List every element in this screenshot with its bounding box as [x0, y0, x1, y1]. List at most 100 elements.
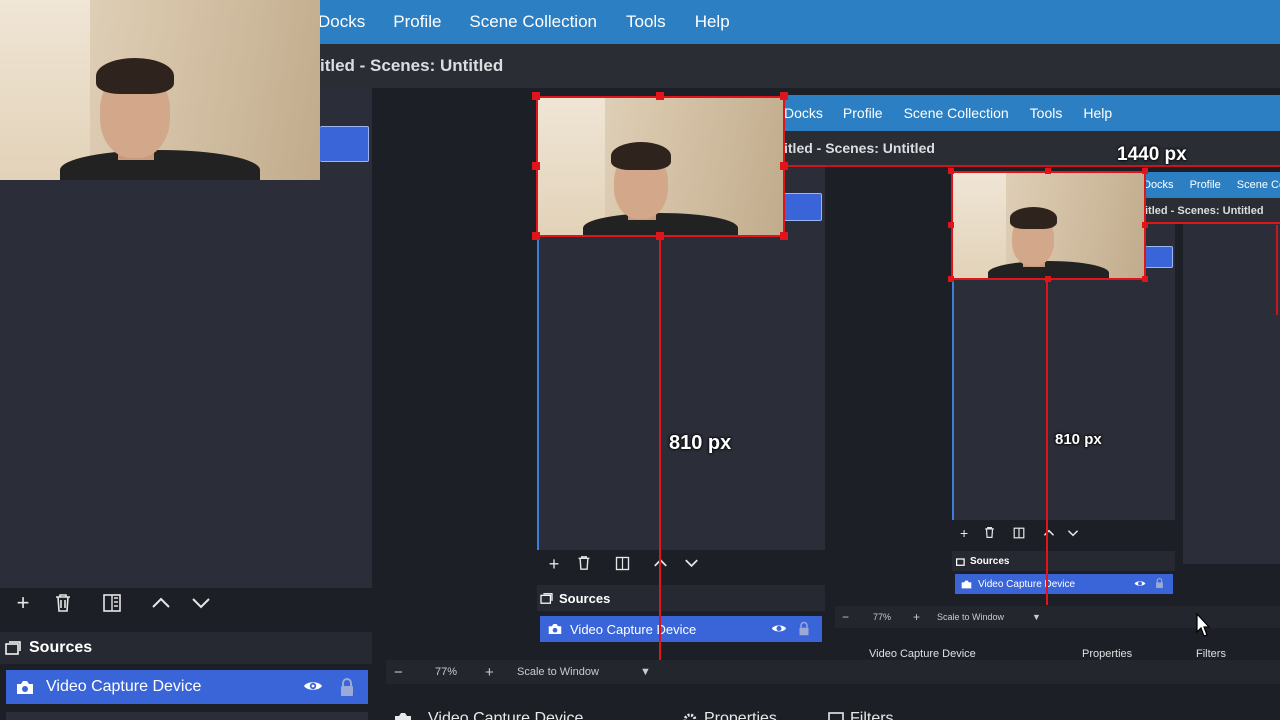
source-row-next — [6, 712, 368, 720]
selection-box[interactable] — [536, 96, 785, 237]
nested-height-label: 810 px — [1055, 431, 1102, 448]
nested-handle-tr — [1142, 168, 1148, 174]
nested-window-title-text: itled - Scenes: Untitled — [1145, 205, 1264, 217]
nested-sources-icon — [956, 557, 966, 566]
gear-icon[interactable] — [682, 712, 698, 720]
nested-lock-icon — [1155, 577, 1164, 589]
nested-sources-title: Sources — [970, 555, 1010, 567]
nested-scenes-toolbar: + — [952, 522, 1175, 544]
preview-camera-icon — [548, 623, 562, 635]
nested-zoom-minus: − — [842, 610, 850, 624]
nested-menu-scene-collection: Scene Collection — [1236, 179, 1280, 191]
menu-scene-collection[interactable]: Scene Collection — [469, 12, 597, 32]
preview-sources-icon — [540, 592, 553, 604]
preview-dropdown-icon: ▼ — [640, 666, 651, 678]
nested-dropdown-icon: ▼ — [1032, 612, 1041, 622]
nested-eye-icon — [1134, 579, 1146, 588]
resize-handle-bl[interactable] — [532, 232, 540, 240]
scenes-toolbar: + — [0, 588, 372, 618]
sources-header: Sources — [0, 632, 372, 664]
nested-zoom-value: 77% — [873, 612, 892, 622]
preview-source-row: Video Capture Device — [540, 616, 822, 642]
nested-filter-icon — [1013, 527, 1025, 539]
panel-divider — [372, 88, 386, 720]
nested-handle-ml — [948, 222, 954, 228]
nested-width-guide — [1146, 222, 1280, 224]
trash-icon[interactable] — [52, 593, 74, 613]
add-icon[interactable]: + — [12, 590, 34, 616]
preview-chevron-down-icon — [684, 558, 699, 568]
chevron-up-icon[interactable] — [150, 594, 172, 612]
bottom-bar: Video Capture Device Properties Filters — [386, 686, 1280, 720]
nested-right-strip — [1183, 224, 1280, 564]
chevron-down-icon[interactable] — [190, 594, 212, 612]
nested-zoom-plus: + — [913, 610, 921, 624]
preview-zoom-bar: − 77% + Scale to Window ▼ — [386, 660, 1280, 684]
preview-menu-docks: Docks — [784, 105, 823, 121]
webcam-video — [0, 0, 320, 180]
filter-icon[interactable] — [101, 593, 123, 613]
nested-selected-scene — [1145, 246, 1173, 268]
resize-handle-ml[interactable] — [532, 162, 540, 170]
nested-add-icon: + — [960, 525, 969, 541]
preview-menu-scene-collection: Scene Collection — [903, 105, 1009, 121]
source-row[interactable]: Video Capture Device — [6, 670, 368, 704]
menu-bar: Docks Profile Scene Collection Tools Hel… — [320, 0, 1280, 44]
menu-profile[interactable]: Profile — [393, 12, 441, 32]
preview-trash-icon — [577, 555, 591, 571]
preview-add-icon: + — [548, 553, 560, 574]
nested-window-title: itled - Scenes: Untitled — [1145, 198, 1280, 224]
selected-scene[interactable] — [320, 126, 369, 162]
nested-zoom-bar: − 77% + Scale to Window ▼ — [835, 606, 1280, 628]
nested-chevron-up-icon — [1043, 529, 1055, 537]
nested-selection-box — [951, 171, 1146, 280]
resize-handle-br[interactable] — [780, 232, 788, 240]
nested-menu-docks: Docks — [1145, 179, 1174, 191]
nested-bottom-filters: Filters — [1196, 648, 1226, 660]
preview-eye-icon — [771, 623, 787, 634]
filters-button[interactable]: Filters — [850, 710, 894, 720]
properties-button[interactable]: Properties — [704, 710, 777, 720]
preview-zoom-minus: − — [394, 663, 403, 681]
eye-icon[interactable] — [303, 679, 323, 693]
height-guide-line — [659, 237, 661, 660]
preview-menu-tools: Tools — [1029, 105, 1063, 121]
preview-menu-profile: Profile — [842, 105, 883, 121]
mouse-cursor-icon — [1194, 612, 1211, 644]
resize-handle-tr[interactable] — [780, 92, 788, 100]
preview-zoom-plus: + — [485, 663, 494, 681]
nested-handle-br — [1142, 276, 1148, 282]
resize-handle-tl[interactable] — [532, 92, 540, 100]
resize-handle-tm[interactable] — [656, 92, 664, 100]
menu-docks[interactable]: Docks — [320, 12, 365, 32]
bottom-camera-icon — [394, 712, 412, 720]
menu-tools[interactable]: Tools — [626, 12, 666, 32]
preview-divider — [825, 165, 835, 610]
right-edge-guide — [1276, 225, 1278, 315]
preview-zoom-mode: Scale to Window — [517, 666, 599, 678]
nested-source-row: Video Capture Device — [955, 574, 1173, 594]
preview-window-title-text: itled - Scenes: Untitled — [784, 140, 935, 156]
nested-menu-bar: Docks Profile Scene Collection — [1145, 172, 1280, 198]
preview-source-name: Video Capture Device — [570, 621, 697, 637]
window-title: itled - Scenes: Untitled — [320, 44, 1280, 88]
preview-sources-title: Sources — [559, 590, 611, 606]
preview-menu-help: Help — [1083, 105, 1113, 121]
nested-bottom-source: Video Capture Device — [869, 648, 976, 660]
nested-handle-bl — [948, 276, 954, 282]
preview-zoom-value: 77% — [435, 666, 458, 678]
preview-window-title: itled - Scenes: Untitled — [784, 131, 1280, 165]
preview-scenes-toolbar: + — [537, 550, 825, 578]
nested-camera-icon — [961, 580, 972, 589]
nested-height-guide — [1046, 280, 1048, 605]
nested-zoom-mode: Scale to Window — [937, 612, 1005, 622]
sources-icon — [5, 641, 21, 655]
menu-help[interactable]: Help — [695, 12, 730, 32]
filters-icon[interactable] — [828, 712, 844, 720]
width-guide-line — [785, 165, 1280, 167]
preview-selected-scene — [784, 193, 822, 221]
camera-icon — [16, 680, 34, 695]
source-name: Video Capture Device — [46, 678, 202, 695]
lock-icon[interactable] — [339, 677, 355, 697]
nested-sources-header: Sources — [952, 551, 1175, 571]
